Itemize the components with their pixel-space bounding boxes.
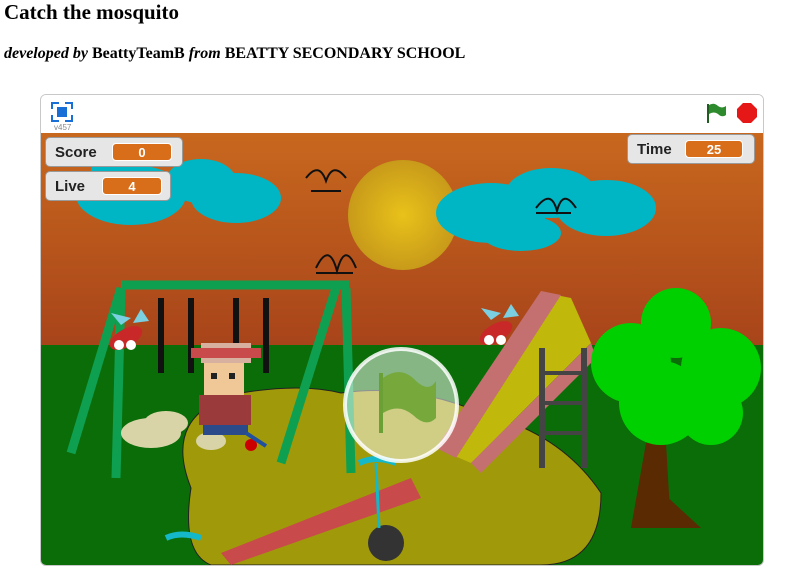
time-monitor: Time 25 bbox=[627, 134, 755, 164]
score-label: Score bbox=[55, 144, 97, 161]
author-name[interactable]: BeattyTeamB bbox=[92, 45, 185, 62]
time-value: 25 bbox=[685, 140, 743, 158]
green-flag-icon[interactable] bbox=[705, 102, 727, 124]
developed-by-label: developed by bbox=[4, 45, 88, 62]
scratch-player: v457 Score 0 Live 4 Time 25 bbox=[40, 94, 764, 566]
from-label: from bbox=[188, 45, 221, 62]
byline: developed by BeattyTeamB from BEATTY SEC… bbox=[4, 45, 465, 63]
stop-sign-icon[interactable] bbox=[737, 103, 757, 123]
page-title: Catch the mosquito bbox=[4, 0, 180, 24]
time-label: Time bbox=[637, 141, 672, 158]
school-name: BEATTY SECONDARY SCHOOL bbox=[224, 45, 466, 62]
fullscreen-icon[interactable] bbox=[51, 102, 73, 122]
live-monitor: Live 4 bbox=[45, 171, 171, 201]
game-stage[interactable]: Score 0 Live 4 Time 25 bbox=[41, 133, 763, 565]
score-value: 0 bbox=[112, 143, 172, 161]
live-label: Live bbox=[55, 178, 86, 195]
score-monitor: Score 0 bbox=[45, 137, 183, 167]
player-controls: v457 bbox=[41, 95, 763, 134]
version-label: v457 bbox=[54, 123, 72, 132]
start-overlay bbox=[343, 347, 459, 463]
live-value: 4 bbox=[102, 177, 162, 195]
